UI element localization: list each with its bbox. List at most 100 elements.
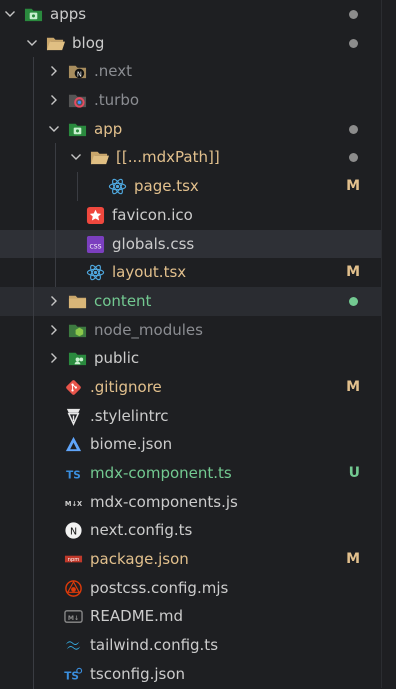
git-status-dot bbox=[349, 296, 358, 306]
tree-item-label: next.config.ts bbox=[90, 521, 193, 540]
svg-text:N: N bbox=[70, 527, 77, 538]
tree-item-label: .next bbox=[94, 62, 132, 81]
indent-guide bbox=[33, 286, 34, 316]
folder-row[interactable]: [[...mdxPath]] bbox=[0, 143, 396, 173]
tree-item-label: mdx-component.ts bbox=[90, 464, 232, 482]
chevron-down-icon[interactable] bbox=[26, 29, 40, 58]
tree-item-label: biome.json bbox=[90, 435, 173, 454]
react-icon bbox=[108, 177, 127, 196]
indent-guide bbox=[33, 57, 34, 87]
git-status-badge: M bbox=[346, 264, 360, 281]
folder-open-icon bbox=[46, 34, 65, 53]
chevron-right-icon[interactable] bbox=[48, 344, 62, 373]
file-row[interactable]: biome.json bbox=[0, 430, 396, 459]
git-status-dot bbox=[349, 153, 358, 163]
folder-row[interactable]: public bbox=[0, 344, 396, 373]
indent-guide bbox=[33, 143, 34, 173]
file-row[interactable]: Nnext.config.ts bbox=[0, 516, 396, 546]
folder-icon bbox=[68, 292, 87, 311]
indent-guide bbox=[33, 172, 34, 201]
typescript-icon: TS bbox=[64, 464, 83, 483]
file-row[interactable]: favicon.ico bbox=[0, 200, 396, 230]
favicon-icon bbox=[86, 206, 105, 225]
tree-item-label: package.json bbox=[90, 550, 189, 569]
chevron-down-icon[interactable] bbox=[48, 115, 62, 144]
git-status-dot bbox=[349, 124, 358, 134]
file-row[interactable]: layout.tsx M bbox=[0, 258, 396, 287]
file-row[interactable]: TS tsconfig.json bbox=[0, 659, 396, 689]
chevron-right-icon[interactable] bbox=[48, 86, 62, 115]
file-row[interactable]: npm package.json M bbox=[0, 545, 396, 574]
indent-guide bbox=[33, 487, 34, 517]
file-row[interactable]: TS mdx-component.ts U bbox=[0, 459, 396, 488]
folder-row[interactable]: content bbox=[0, 286, 396, 316]
file-row[interactable]: CSS globals.css bbox=[0, 229, 396, 259]
indent-guide bbox=[77, 172, 78, 201]
tsconfig-icon: TS bbox=[64, 665, 83, 684]
indent-guide bbox=[33, 229, 34, 259]
tree-item-label: README.md bbox=[90, 607, 184, 626]
app-folder-icon bbox=[68, 120, 87, 139]
tree-item-label: content bbox=[94, 291, 152, 310]
tree-item-label: postcss.config.mjs bbox=[90, 578, 229, 597]
tree-item-label: favicon.ico bbox=[112, 205, 193, 224]
indent-guide bbox=[33, 372, 34, 402]
tree-item-label: mdx-components.js bbox=[90, 492, 238, 511]
tree-item-label: page.tsx bbox=[134, 177, 199, 196]
file-row[interactable]: postcss.config.mjs bbox=[0, 573, 396, 603]
folder-row[interactable]: blog bbox=[0, 29, 396, 58]
svg-text:npm: npm bbox=[68, 557, 80, 563]
scrollbar[interactable] bbox=[381, 0, 396, 688]
svg-text:CSS: CSS bbox=[89, 243, 101, 250]
chevron-right-icon[interactable] bbox=[48, 57, 62, 86]
indent-guide bbox=[33, 315, 34, 345]
indent-guide bbox=[33, 631, 34, 660]
tree-item-label: apps bbox=[50, 5, 87, 23]
file-row[interactable]: .stylelintrc bbox=[0, 401, 396, 431]
public-folder-icon bbox=[68, 349, 87, 368]
folder-row[interactable]: app bbox=[0, 114, 396, 144]
apps-folder-icon bbox=[24, 5, 43, 24]
node-folder-icon bbox=[68, 321, 87, 340]
indent-guide bbox=[55, 200, 56, 230]
file-row[interactable]: M↓ README.md bbox=[0, 602, 396, 632]
next-folder-icon: N bbox=[68, 62, 87, 81]
indent-guide bbox=[33, 401, 34, 431]
svg-text:M↓X: M↓X bbox=[65, 500, 82, 508]
git-status-dot bbox=[349, 10, 358, 19]
indent-guide bbox=[33, 86, 34, 115]
tree-item-label: .gitignore bbox=[90, 377, 162, 396]
postcss-icon bbox=[64, 579, 83, 598]
stylelint-icon bbox=[64, 407, 83, 426]
tree-item-label: [[...mdxPath]] bbox=[116, 148, 220, 167]
git-status-badge: U bbox=[348, 465, 360, 481]
indent-guide bbox=[33, 545, 34, 574]
tree-item-label: public bbox=[94, 349, 140, 368]
folder-row[interactable]: .turbo bbox=[0, 86, 396, 115]
nextjs-icon: N bbox=[64, 521, 83, 540]
chevron-down-icon[interactable] bbox=[4, 0, 18, 29]
folder-row[interactable]: apps bbox=[0, 0, 396, 29]
indent-guide bbox=[33, 258, 34, 287]
indent-guide bbox=[33, 659, 34, 689]
git-status-badge: M bbox=[346, 551, 360, 568]
git-status-dot bbox=[349, 38, 358, 48]
file-row[interactable]: M↓X mdx-components.js bbox=[0, 487, 396, 517]
folder-row[interactable]: node_modules bbox=[0, 315, 396, 345]
markdown-icon: M↓ bbox=[64, 607, 83, 626]
file-row[interactable]: .gitignore M bbox=[0, 372, 396, 402]
folder-row[interactable]: N .next bbox=[0, 57, 396, 87]
svg-text:N: N bbox=[77, 71, 82, 79]
svg-text:TS: TS bbox=[66, 469, 81, 481]
css-icon: CSS bbox=[86, 235, 105, 254]
indent-guide bbox=[55, 229, 56, 259]
indent-guide bbox=[33, 602, 34, 632]
chevron-right-icon[interactable] bbox=[48, 287, 62, 316]
chevron-down-icon[interactable] bbox=[70, 143, 84, 172]
tree-item-label: app bbox=[94, 119, 123, 138]
file-row[interactable]: tailwind.config.ts bbox=[0, 631, 396, 660]
indent-guide bbox=[55, 258, 56, 287]
explorer-tree: apps blog N .next .turbo app [[...mdxPath]] pag… bbox=[0, 0, 396, 689]
chevron-right-icon[interactable] bbox=[48, 316, 62, 345]
file-row[interactable]: page.tsx M bbox=[0, 172, 396, 201]
